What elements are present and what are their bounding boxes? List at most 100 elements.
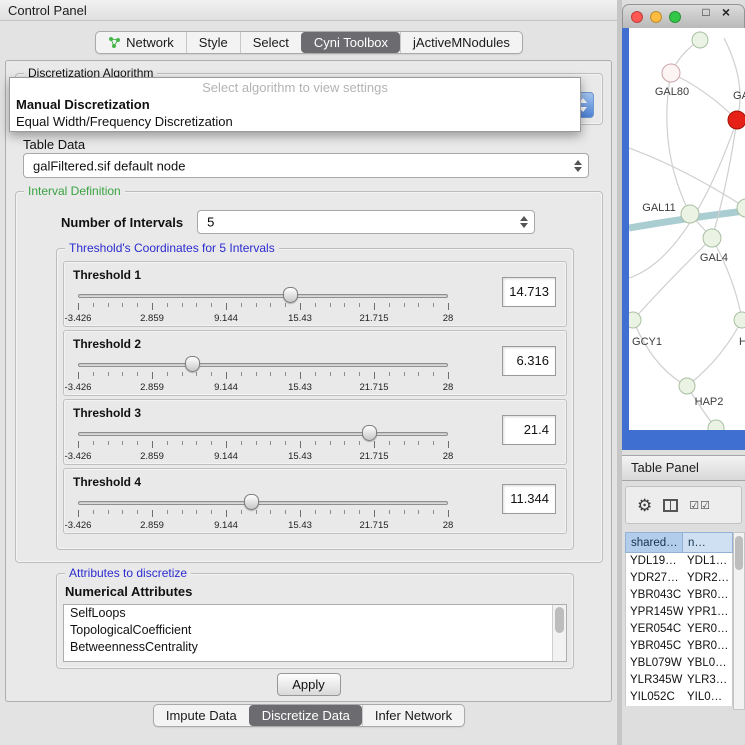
slider-track[interactable] xyxy=(78,501,448,505)
network-edge[interactable] xyxy=(633,238,712,320)
close-panel-icon[interactable]: × xyxy=(718,4,734,20)
spinner-arrows-icon[interactable] xyxy=(574,160,582,172)
minimize-traffic-light-icon[interactable] xyxy=(650,11,662,23)
tab-style[interactable]: Style xyxy=(186,32,240,53)
table-data-select[interactable]: galFiltered.sif default node xyxy=(23,153,589,178)
tab-infer-network[interactable]: Infer Network xyxy=(362,705,464,726)
number-of-intervals-select[interactable]: 5 xyxy=(197,210,535,234)
slider-scale-label: -3.426 xyxy=(65,520,92,531)
attribute-list-item[interactable]: TopologicalCoefficient xyxy=(64,622,566,639)
threshold-value-field[interactable]: 6.316 xyxy=(502,346,556,376)
network-edge[interactable] xyxy=(712,120,737,238)
float-panel-icon[interactable]: □ xyxy=(698,4,714,20)
threshold-value-field[interactable]: 21.4 xyxy=(502,415,556,445)
spinner-arrows-icon[interactable] xyxy=(520,216,528,228)
network-edge[interactable] xyxy=(712,238,742,320)
tab-label: Style xyxy=(199,35,228,50)
slider-scale-label: 28 xyxy=(443,520,454,531)
attribute-list-item[interactable]: BetweennessCentrality xyxy=(64,639,566,656)
table-row[interactable]: YBR045CYBR0… xyxy=(626,638,732,655)
network-node[interactable] xyxy=(692,32,708,48)
threshold-label: Threshold 4 xyxy=(73,475,141,489)
slider-thumb[interactable] xyxy=(362,425,377,441)
table-row[interactable]: YLR345WYLR3… xyxy=(626,672,732,689)
slider-thumb[interactable] xyxy=(244,494,259,510)
table-row[interactable]: YPR145WYPR1… xyxy=(626,604,732,621)
network-node[interactable] xyxy=(681,205,699,223)
table-body: YDL19…YDL1…YDR27…YDR2…YBR043CYBR0…YPR145… xyxy=(625,553,733,706)
tab-label: Discretize Data xyxy=(262,708,350,723)
table-row[interactable]: YBL079WYBL0… xyxy=(626,655,732,672)
slider-track[interactable] xyxy=(78,432,448,436)
slider-track[interactable] xyxy=(78,294,448,298)
tab-jactivemnodules[interactable]: jActiveMNodules xyxy=(400,32,522,53)
slider-scale-label: 21.715 xyxy=(359,520,388,531)
threshold-panel: Threshold 2-3.4262.8599.14415.4321.71528… xyxy=(63,330,567,396)
tab-impute-data[interactable]: Impute Data xyxy=(154,705,249,726)
column-header[interactable]: shared… xyxy=(625,532,683,553)
slider-scale-label: 2.859 xyxy=(140,451,164,462)
tab-discretize-data[interactable]: Discretize Data xyxy=(249,705,362,726)
network-edge[interactable] xyxy=(687,320,742,386)
scrollbar-thumb[interactable] xyxy=(735,536,743,570)
panel-title: Control Panel xyxy=(8,3,87,18)
network-node[interactable] xyxy=(679,378,695,394)
dropdown-option[interactable]: Manual Discretization xyxy=(10,96,580,113)
threshold-slider[interactable]: -3.4262.8599.14415.4321.71528 xyxy=(78,424,448,464)
network-node[interactable] xyxy=(662,64,680,82)
close-traffic-light-icon[interactable] xyxy=(631,11,643,23)
table-row[interactable]: YIL052CYIL0… xyxy=(626,689,732,706)
threshold-value-field[interactable]: 11.344 xyxy=(502,484,556,514)
tab-cyni-toolbox[interactable]: Cyni Toolbox xyxy=(301,32,400,53)
numerical-attributes-list[interactable]: SelfLoopsTopologicalCoefficientBetweenne… xyxy=(63,604,567,662)
network-node-label: GA xyxy=(733,90,745,102)
table-cell: YIL052C xyxy=(626,689,683,706)
threshold-slider[interactable]: -3.4262.8599.14415.4321.71528 xyxy=(78,355,448,395)
network-edge[interactable] xyxy=(633,320,687,386)
network-edge[interactable] xyxy=(724,38,740,120)
table-data-value: galFiltered.sif default node xyxy=(33,158,185,173)
list-scrollbar[interactable] xyxy=(552,605,566,661)
network-node[interactable] xyxy=(703,229,721,247)
threshold-panel: Threshold 3-3.4262.8599.14415.4321.71528… xyxy=(63,399,567,465)
network-node[interactable] xyxy=(728,111,745,129)
table-cell: YER054C xyxy=(626,621,683,638)
apply-button[interactable]: Apply xyxy=(277,673,341,696)
table-row[interactable]: YER054CYER0… xyxy=(626,621,732,638)
network-edge[interactable] xyxy=(629,148,745,208)
slider-ticks xyxy=(78,303,448,312)
threshold-value-field[interactable]: 14.713 xyxy=(502,277,556,307)
slider-thumb[interactable] xyxy=(185,356,200,372)
column-visibility-icon[interactable]: ☑☑ xyxy=(689,499,711,512)
attribute-list-item[interactable]: SelfLoops xyxy=(64,605,566,622)
threshold-slider[interactable]: -3.4262.8599.14415.4321.71528 xyxy=(78,493,448,533)
group-title: Attributes to discretize xyxy=(65,566,191,580)
network-node-label: HAP2 xyxy=(695,396,724,408)
network-canvas[interactable]: GAL80GAGAL11GAL4GCY1HHAP2 xyxy=(629,28,745,430)
network-node[interactable] xyxy=(734,312,745,328)
tab-select[interactable]: Select xyxy=(240,32,301,53)
scrollbar-thumb[interactable] xyxy=(555,607,564,633)
dropdown-placeholder-option[interactable]: Select algorithm to view settings xyxy=(10,79,580,96)
slider-track[interactable] xyxy=(78,363,448,367)
tab-network[interactable]: Network xyxy=(96,32,186,53)
network-node[interactable] xyxy=(629,312,641,328)
dropdown-option[interactable]: Equal Width/Frequency Discretization xyxy=(10,113,580,130)
threshold-slider[interactable]: -3.4262.8599.14415.4321.71528 xyxy=(78,286,448,326)
slider-scale-label: 2.859 xyxy=(140,520,164,531)
tab-label: Network xyxy=(126,35,174,50)
zoom-traffic-light-icon[interactable] xyxy=(669,11,681,23)
table-scrollbar[interactable] xyxy=(733,532,745,710)
table-cell: YDL1… xyxy=(683,553,732,570)
slider-scale-label: 9.144 xyxy=(214,451,238,462)
columns-icon[interactable] xyxy=(663,499,678,512)
number-of-intervals-label: Number of Intervals xyxy=(61,215,183,230)
gear-icon[interactable]: ⚙ xyxy=(637,497,652,514)
table-row[interactable]: YDL19…YDL1… xyxy=(626,553,732,570)
table-cell: YLR3… xyxy=(683,672,732,689)
table-panel-header[interactable]: Table Panel xyxy=(622,455,745,481)
table-row[interactable]: YDR27…YDR2… xyxy=(626,570,732,587)
slider-thumb[interactable] xyxy=(283,287,298,303)
column-header[interactable]: n… xyxy=(683,532,733,553)
table-row[interactable]: YBR043CYBR0… xyxy=(626,587,732,604)
